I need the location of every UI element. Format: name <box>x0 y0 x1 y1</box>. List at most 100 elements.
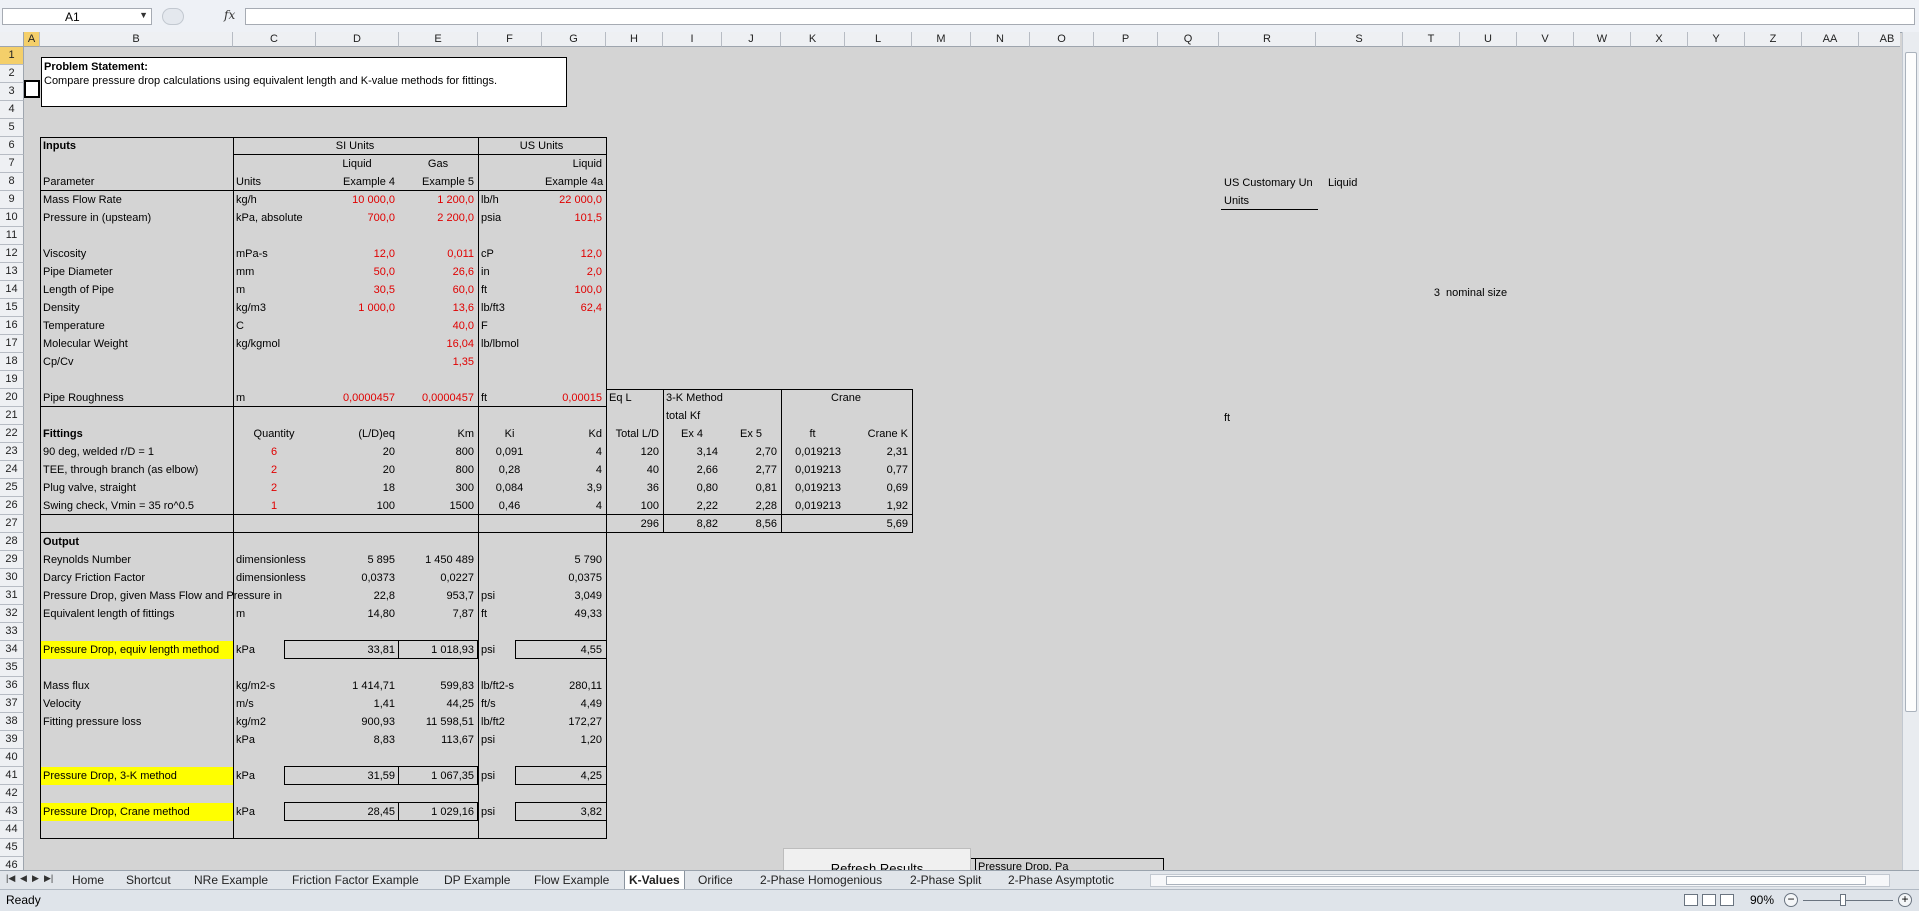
zoom-out-icon[interactable]: − <box>1784 893 1798 907</box>
column-header-e[interactable]: E <box>399 32 478 47</box>
row-header[interactable]: 38 <box>0 713 24 731</box>
column-header-ab[interactable]: AB <box>1859 32 1900 47</box>
column-header-o[interactable]: O <box>1030 32 1094 47</box>
column-header-b[interactable]: B <box>40 32 233 47</box>
row-header[interactable]: 7 <box>0 155 24 173</box>
column-header-f[interactable]: F <box>478 32 542 47</box>
row-header[interactable]: 36 <box>0 677 24 695</box>
column-header-i[interactable]: I <box>663 32 722 47</box>
formula-input[interactable] <box>245 8 1915 25</box>
row-header[interactable]: 26 <box>0 497 24 515</box>
column-header-x[interactable]: X <box>1631 32 1688 47</box>
page-break-view-icon[interactable] <box>1720 894 1734 906</box>
row-header[interactable]: 11 <box>0 227 24 245</box>
zoom-slider[interactable] <box>1803 900 1893 901</box>
row-header[interactable]: 45 <box>0 839 24 857</box>
column-header-u[interactable]: U <box>1460 32 1517 47</box>
tab-2-phase-asymptotic[interactable]: 2-Phase Asymptotic <box>1004 871 1118 889</box>
tab-2-phase-split[interactable]: 2-Phase Split <box>906 871 985 889</box>
row-header[interactable]: 9 <box>0 191 24 209</box>
column-header-j[interactable]: J <box>722 32 781 47</box>
row-header[interactable]: 32 <box>0 605 24 623</box>
column-header-c[interactable]: C <box>233 32 316 47</box>
row-header[interactable]: 39 <box>0 731 24 749</box>
column-header-h[interactable]: H <box>606 32 663 47</box>
column-header-t[interactable]: T <box>1403 32 1460 47</box>
row-header[interactable]: 22 <box>0 425 24 443</box>
row-header[interactable]: 18 <box>0 353 24 371</box>
row-header[interactable]: 5 <box>0 119 24 137</box>
column-header-p[interactable]: P <box>1094 32 1158 47</box>
tab-k-values[interactable]: K-Values <box>624 871 685 891</box>
page-layout-view-icon[interactable] <box>1702 894 1716 906</box>
row-header[interactable]: 33 <box>0 623 24 641</box>
row-header[interactable]: 46 <box>0 857 24 870</box>
formula-cancel-icon[interactable] <box>162 8 184 25</box>
row-header[interactable]: 44 <box>0 821 24 839</box>
row-header[interactable]: 29 <box>0 551 24 569</box>
row-header[interactable]: 35 <box>0 659 24 677</box>
row-header[interactable]: 3 <box>0 83 24 101</box>
row-header[interactable]: 43 <box>0 803 24 821</box>
column-header-l[interactable]: L <box>845 32 912 47</box>
row-header[interactable]: 42 <box>0 785 24 803</box>
selected-cell-a1[interactable] <box>24 80 40 98</box>
column-header-s[interactable]: S <box>1316 32 1403 47</box>
tab-shortcut[interactable]: Shortcut <box>122 871 175 889</box>
select-all-corner[interactable] <box>0 32 24 47</box>
row-header[interactable]: 13 <box>0 263 24 281</box>
column-header-v[interactable]: V <box>1517 32 1574 47</box>
row-header[interactable]: 28 <box>0 533 24 551</box>
tab-friction-factor-example[interactable]: Friction Factor Example <box>288 871 423 889</box>
tab-dp-example[interactable]: DP Example <box>440 871 514 889</box>
row-header[interactable]: 17 <box>0 335 24 353</box>
tab-nre-example[interactable]: NRe Example <box>190 871 272 889</box>
column-header-n[interactable]: N <box>971 32 1030 47</box>
row-header[interactable]: 24 <box>0 461 24 479</box>
vertical-scroll-thumb[interactable] <box>1905 52 1917 712</box>
row-header[interactable]: 30 <box>0 569 24 587</box>
row-header[interactable]: 25 <box>0 479 24 497</box>
row-header[interactable]: 31 <box>0 587 24 605</box>
row-header[interactable]: 12 <box>0 245 24 263</box>
row-header[interactable]: 40 <box>0 749 24 767</box>
row-header[interactable]: 27 <box>0 515 24 533</box>
worksheet-grid[interactable]: A B C D E F G H I J K L M N O P Q R S T U V W X Y Z AA AB 123456789… <box>0 32 1900 870</box>
column-header-g[interactable]: G <box>542 32 606 47</box>
row-header[interactable]: 15 <box>0 299 24 317</box>
last-sheet-icon[interactable]: ▶| <box>44 873 53 884</box>
vertical-scrollbar[interactable] <box>1902 32 1919 870</box>
first-sheet-icon[interactable]: |◀ <box>6 873 15 884</box>
zoom-slider-knob[interactable] <box>1840 894 1846 906</box>
name-box[interactable]: A1 ▼ <box>2 8 152 25</box>
column-header-q[interactable]: Q <box>1158 32 1219 47</box>
tab-home[interactable]: Home <box>68 871 108 889</box>
horizontal-scrollbar[interactable] <box>1150 874 1890 887</box>
column-header-aa[interactable]: AA <box>1802 32 1859 47</box>
prev-sheet-icon[interactable]: ◀ <box>20 873 27 884</box>
row-header[interactable]: 34 <box>0 641 24 659</box>
refresh-results-button[interactable]: Refresh Results <box>783 848 971 870</box>
chevron-down-icon[interactable]: ▼ <box>139 10 148 20</box>
column-header-y[interactable]: Y <box>1688 32 1745 47</box>
column-header-z[interactable]: Z <box>1745 32 1802 47</box>
row-header[interactable]: 10 <box>0 209 24 227</box>
row-header[interactable]: 20 <box>0 389 24 407</box>
row-header[interactable]: 2 <box>0 65 24 83</box>
row-header[interactable]: 16 <box>0 317 24 335</box>
column-header-r[interactable]: R <box>1219 32 1316 47</box>
normal-view-icon[interactable] <box>1684 894 1698 906</box>
row-header[interactable]: 1 <box>0 47 24 65</box>
row-header[interactable]: 21 <box>0 407 24 425</box>
column-header-m[interactable]: M <box>912 32 971 47</box>
row-header[interactable]: 19 <box>0 371 24 389</box>
zoom-in-icon[interactable]: + <box>1898 893 1912 907</box>
column-header-d[interactable]: D <box>316 32 399 47</box>
tab-2-phase-homogenious[interactable]: 2-Phase Homogenious <box>756 871 886 889</box>
column-header-k[interactable]: K <box>781 32 845 47</box>
row-header[interactable]: 4 <box>0 101 24 119</box>
row-header[interactable]: 23 <box>0 443 24 461</box>
row-header[interactable]: 41 <box>0 767 24 785</box>
row-header[interactable]: 8 <box>0 173 24 191</box>
tab-orifice[interactable]: Orifice <box>694 871 737 889</box>
